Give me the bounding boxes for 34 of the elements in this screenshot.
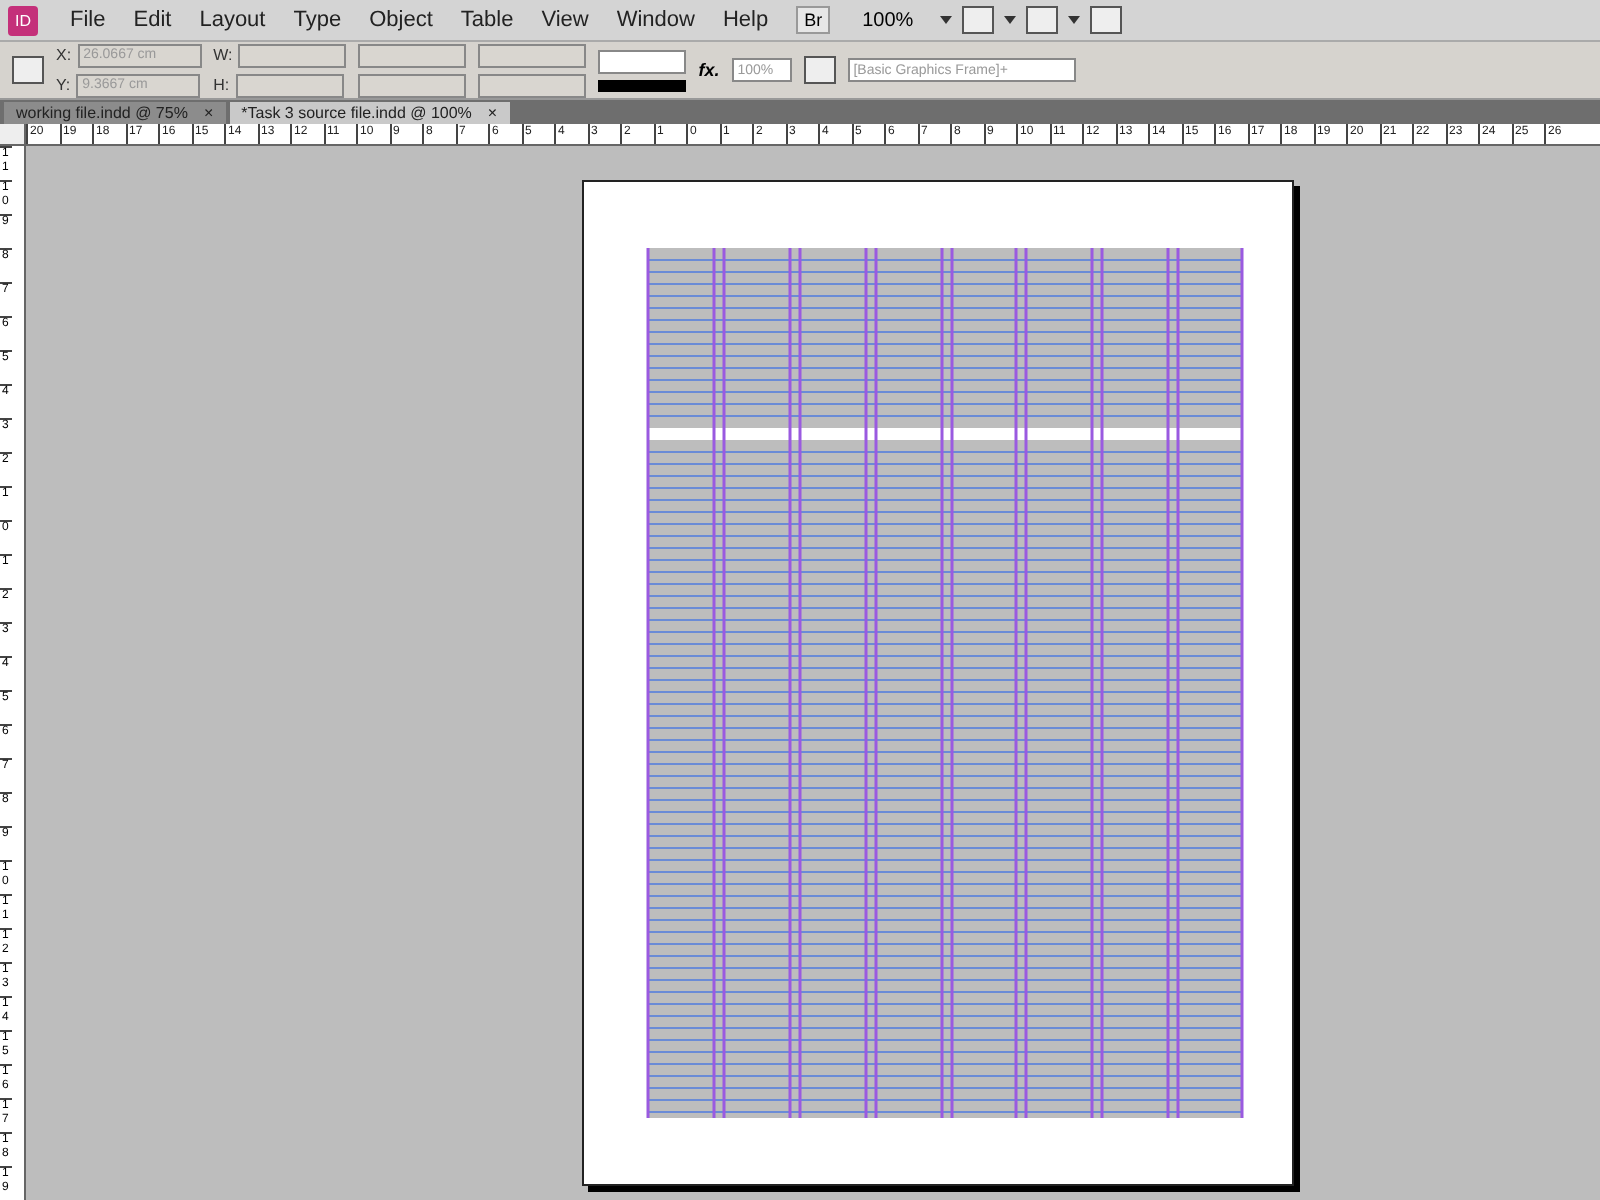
shear-field[interactable] — [478, 73, 587, 97]
caret-icon[interactable] — [1067, 16, 1080, 24]
menu-item[interactable]: View — [529, 8, 601, 32]
close-icon[interactable]: × — [487, 104, 498, 122]
scale-x-field[interactable] — [358, 43, 467, 67]
menu-item[interactable]: Window — [604, 8, 707, 32]
scale-y-field[interactable] — [358, 73, 467, 97]
y-label: Y: — [56, 76, 71, 94]
fill-swatch-field[interactable] — [598, 49, 687, 73]
x-label: X: — [56, 46, 72, 64]
menu-item[interactable]: Table — [448, 8, 526, 32]
stroke-weight-field[interactable] — [598, 79, 687, 91]
menu-item[interactable]: Object — [357, 8, 445, 32]
bridge-button[interactable]: Br — [796, 6, 831, 34]
zoom-level-dropdown[interactable]: 100% — [862, 9, 914, 31]
rotation-field[interactable] — [478, 43, 587, 67]
menu-item[interactable]: Help — [710, 8, 781, 32]
menu-item[interactable]: Layout — [187, 8, 278, 32]
width-label: W: — [213, 46, 233, 64]
tab-title: working file.indd @ 75% — [16, 104, 188, 122]
menu-item[interactable]: Edit — [121, 8, 184, 32]
document-tab[interactable]: working file.indd @ 75% × — [4, 102, 226, 124]
close-icon[interactable]: × — [203, 104, 214, 122]
effects-button[interactable]: fx. — [698, 60, 720, 80]
width-field[interactable] — [238, 43, 347, 67]
height-field[interactable] — [235, 73, 344, 97]
document-tab[interactable]: *Task 3 source file.indd @ 100% × — [229, 102, 510, 124]
menu-item[interactable]: File — [58, 8, 118, 32]
caret-icon[interactable] — [1003, 16, 1016, 24]
caret-icon[interactable] — [939, 16, 952, 24]
tab-title: *Task 3 source file.indd @ 100% — [241, 104, 472, 122]
app-logo: ID — [8, 5, 38, 35]
menu-item[interactable]: Type — [281, 8, 354, 32]
height-label: H: — [213, 76, 230, 94]
